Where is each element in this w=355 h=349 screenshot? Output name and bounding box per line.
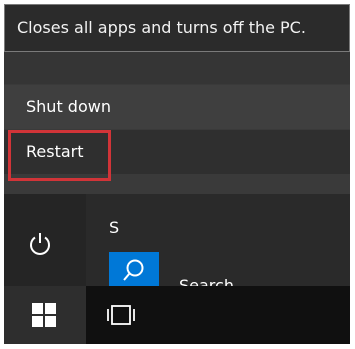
app-list-section-letter[interactable]: S [109,218,119,237]
power-column [4,194,86,289]
windows-logo-icon [32,303,56,327]
search-app-tile[interactable] [109,252,159,290]
start-menu-screenshot: Shut down Restart S Search [4,4,350,344]
task-view-icon [107,305,135,325]
taskbar [4,286,350,344]
start-button[interactable] [4,286,86,344]
restart-highlight-box [8,130,111,181]
power-icon[interactable] [26,230,54,258]
shut-down-option[interactable]: Shut down [4,85,350,129]
power-menu: Shut down Restart [4,52,350,202]
menu-separator [4,52,350,84]
tooltip: Closes all apps and turns off the PC. [4,4,350,52]
search-icon [123,259,144,281]
start-menu-body: S Search [4,194,350,295]
